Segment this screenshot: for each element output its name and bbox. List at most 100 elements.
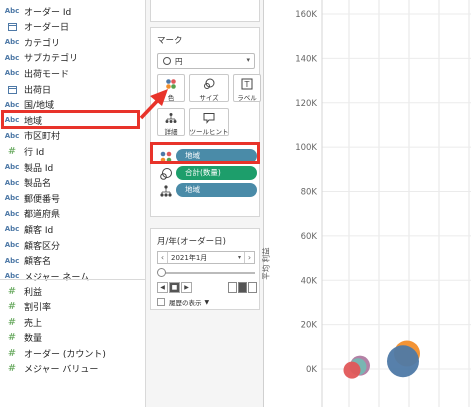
string-type-icon: Abc (4, 178, 20, 187)
field-label: カテゴリ (24, 38, 61, 49)
color-pill-row[interactable]: 地域 (159, 148, 257, 163)
scatter-chart: 160K 140K 120K 100K 80K 60K 40K 20K 0K (295, 0, 471, 407)
field-label: 都道府県 (24, 210, 61, 221)
page-slider-knob[interactable] (157, 268, 166, 277)
stop-icon[interactable]: ■ (169, 282, 180, 293)
page-slider-track[interactable] (161, 272, 255, 274)
y-tick-label: 80K (301, 188, 318, 198)
show-history-label: 履歴の表示 (169, 299, 202, 307)
play-back-icon[interactable]: ◀ (157, 282, 168, 293)
show-history-checkbox[interactable] (157, 298, 165, 306)
size-button[interactable]: サイズ (189, 74, 229, 102)
string-type-icon: Abc (4, 241, 20, 249)
number-type-icon: # (7, 363, 17, 374)
measures-divider (0, 279, 146, 280)
y-tick-label: 40K (301, 276, 318, 286)
detail-field-pill[interactable]: 地域 (176, 182, 257, 197)
y-tick-label: 20K (301, 321, 318, 331)
string-type-icon: Abc (4, 69, 20, 78)
playback-speed (228, 282, 257, 293)
string-type-icon: Abc (4, 38, 20, 47)
size-button-label: サイズ (199, 94, 219, 102)
detail-button[interactable]: 詳細 (157, 108, 185, 136)
mark-type-dropdown[interactable]: 円 ▾ (157, 53, 255, 69)
playback-controls: ◀ ■ ▶ (157, 282, 192, 293)
measure-field[interactable]: # メジャー バリュー (0, 360, 146, 378)
circle-mark-icon (163, 57, 171, 65)
pages-card-title: 月/年(オーダー日) (157, 237, 226, 247)
chart-view[interactable]: 160K 140K 120K 100K 80K 60K 40K 20K 0K (264, 0, 471, 407)
size-pill-row[interactable]: 合計(数量) (159, 165, 257, 180)
number-type-icon: # (7, 301, 17, 312)
chevron-down-icon[interactable]: ▼ (205, 299, 210, 306)
field-label: 数量 (24, 334, 43, 344)
number-type-icon: # (7, 316, 17, 328)
chevron-down-icon: ▾ (246, 56, 250, 64)
data-pane: Abc オーダー Id オーダー日 Abc カテゴリ Abc サブカテゴリ Abc 出荷モード出… (0, 0, 146, 407)
y-tick-label: 60K (301, 232, 318, 242)
field-label: 顧客名 (24, 257, 52, 268)
svg-text:T: T (244, 80, 250, 89)
label-button-label: ラベル (237, 94, 257, 102)
cards-column: マーク 円 ▾ 色 サイズ T ラベル 詳細 ツールヒント 地域 合計(数量) … (146, 0, 264, 407)
field-label: 顧客区分 (24, 241, 61, 252)
string-type-icon: Abc (4, 225, 20, 234)
field-label: 地域 (24, 116, 43, 127)
label-button[interactable]: T ラベル (233, 74, 261, 102)
field-label: オーダー日 (24, 23, 70, 34)
number-type-icon: # (7, 332, 17, 343)
y-tick-label: 140K (295, 54, 317, 64)
string-type-icon: Abc (4, 209, 20, 218)
y-tick-label: 120K (295, 99, 317, 109)
string-type-icon: Abc (4, 163, 20, 171)
field-label: 郵便番号 (24, 194, 61, 205)
play-forward-icon[interactable]: ▶ (181, 282, 192, 293)
color-button-label: 色 (167, 94, 175, 102)
y-tick-label: 160K (295, 10, 317, 20)
next-page-icon[interactable]: › (244, 252, 254, 263)
calendar-icon (0, 85, 24, 94)
field-label: 売上 (24, 318, 43, 329)
string-type-icon: Abc (4, 53, 20, 62)
field-label: 市区町村 (24, 132, 61, 143)
tooltip-button[interactable]: ツールヒント (189, 108, 229, 136)
speed-slow-icon[interactable] (228, 282, 237, 293)
pages-card: 月/年(オーダー日) ‹ 2021年1月 ▾ › ◀ ■ ▶ 履歴の表示 ▼ (150, 228, 260, 310)
filters-card (150, 0, 260, 22)
field-label: 国/地域 (24, 101, 55, 112)
field-label: 利益 (24, 287, 43, 298)
string-type-icon: Abc (4, 256, 20, 265)
string-type-icon: Abc (4, 116, 20, 125)
scatter-point[interactable] (343, 361, 361, 379)
field-label: サブカテゴリ (24, 54, 79, 65)
color-palette-icon (159, 149, 173, 163)
field-label: メジャー バリュー (24, 365, 99, 375)
string-type-icon: Abc (4, 194, 20, 203)
page-selector[interactable]: ‹ 2021年1月 ▾ › (157, 251, 255, 264)
speed-fast-icon[interactable] (248, 282, 257, 293)
speed-medium-icon[interactable] (238, 282, 247, 293)
detail-icon (159, 183, 173, 197)
marks-card-title: マーク (157, 36, 183, 46)
field-label: メジャー ネーム (24, 272, 90, 283)
mark-type-value: 円 (175, 56, 183, 66)
string-type-icon: Abc (4, 7, 20, 15)
field-label: 出荷モード (24, 69, 70, 80)
color-field-pill[interactable]: 地域 (176, 148, 257, 163)
string-type-icon: Abc (4, 131, 20, 140)
string-type-icon: Abc (4, 100, 20, 109)
field-label: 製品 Id (24, 163, 54, 174)
size-icon (159, 166, 173, 180)
detail-pill-row[interactable]: 地域 (159, 182, 257, 197)
previous-page-icon[interactable]: ‹ (158, 252, 168, 263)
y-tick-label: 100K (295, 143, 317, 153)
field-label: 割引率 (24, 303, 52, 313)
show-history-toggle[interactable]: 履歴の表示 ▼ (157, 297, 209, 307)
calendar-icon (0, 22, 24, 32)
size-field-pill[interactable]: 合計(数量) (176, 165, 257, 180)
current-page-value: 2021年1月 (171, 253, 208, 262)
number-type-icon: # (7, 145, 17, 157)
color-button[interactable]: 色 (157, 74, 185, 102)
field-label: 製品名 (24, 179, 52, 190)
scatter-point[interactable] (387, 345, 419, 378)
